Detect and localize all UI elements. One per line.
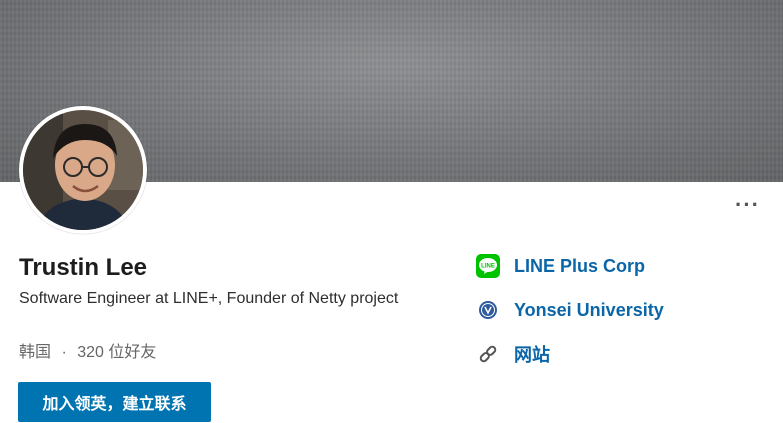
- profile-photo: [23, 110, 143, 230]
- school-link[interactable]: Yonsei University: [476, 296, 664, 324]
- meta-separator: ·: [61, 344, 67, 361]
- website-link[interactable]: 网站: [476, 340, 664, 368]
- link-icon: [476, 342, 500, 366]
- profile-links: LINE LINE Plus Corp Yonsei University 网站: [476, 252, 664, 384]
- line-logo-text: LINE: [481, 264, 495, 270]
- university-seal-icon: [476, 298, 500, 322]
- school-link-label: Yonsei University: [514, 299, 664, 320]
- connections-count[interactable]: 320 位好友: [77, 344, 156, 361]
- profile-name: Trustin Lee: [19, 254, 148, 281]
- line-logo-icon: LINE: [476, 254, 500, 278]
- website-link-label: 网站: [514, 345, 550, 365]
- more-options-button[interactable]: ···: [735, 194, 763, 218]
- profile-meta: 韩国 · 320 位好友: [19, 341, 156, 365]
- company-link-label: LINE Plus Corp: [514, 255, 646, 276]
- location-text: 韩国: [19, 344, 52, 361]
- profile-headline: Software Engineer at LINE+, Founder of N…: [19, 290, 399, 307]
- avatar[interactable]: [19, 106, 147, 234]
- company-link[interactable]: LINE LINE Plus Corp: [476, 252, 664, 280]
- join-linkedin-button[interactable]: 加入领英，建立联系: [18, 382, 211, 422]
